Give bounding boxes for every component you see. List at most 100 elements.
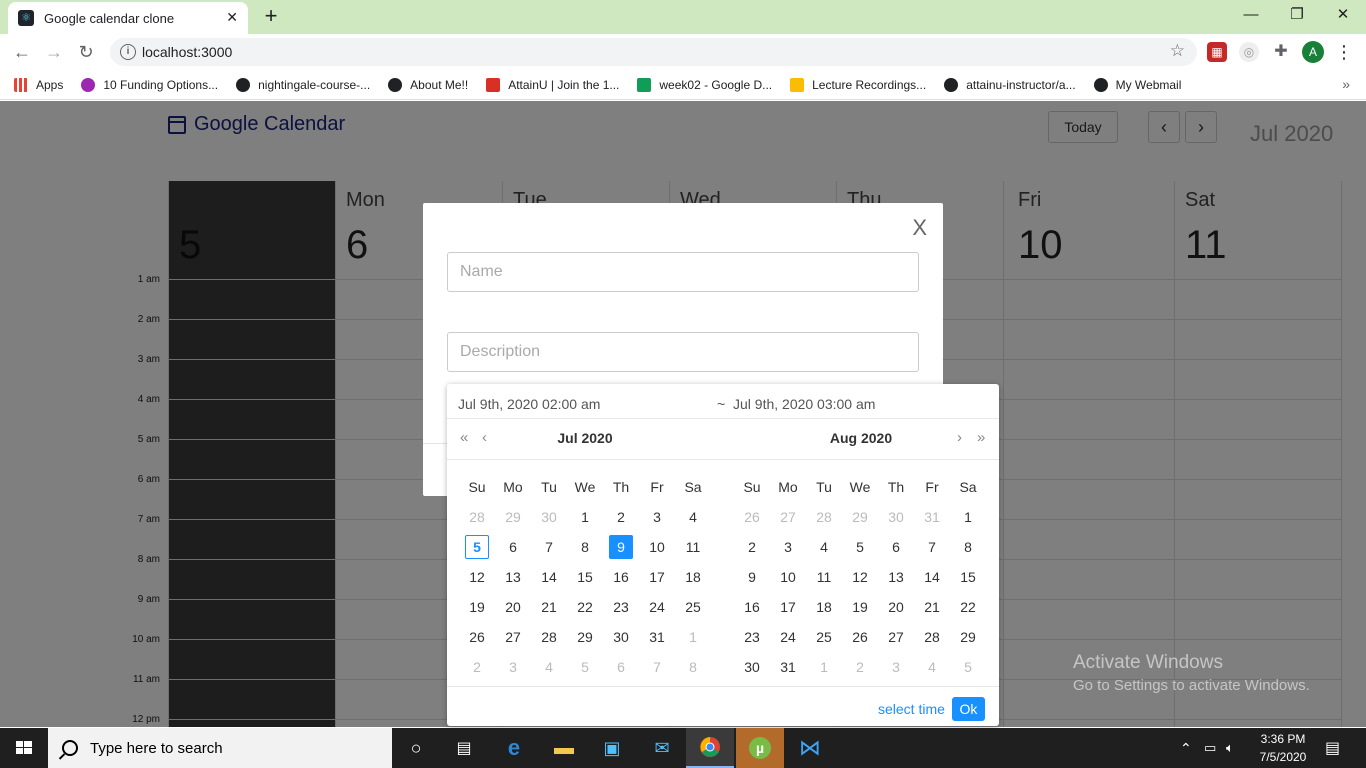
bookmark-item[interactable]: nightingale-course-... (236, 77, 370, 92)
calendar-day-cell[interactable]: 22 (950, 592, 986, 622)
notifications-icon[interactable]: ▤ (1325, 728, 1340, 768)
calendar-day-cell[interactable]: 15 (950, 562, 986, 592)
menu-kebab-icon[interactable]: ⋮ (1332, 40, 1356, 64)
task-view-icon[interactable]: ▤ (440, 728, 488, 768)
calendar-day-cell[interactable]: 31 (770, 652, 806, 682)
calendar-day-cell[interactable]: 6 (878, 532, 914, 562)
calendar-day-cell[interactable]: 1 (567, 502, 603, 532)
windows-start-icon[interactable] (0, 728, 48, 768)
restore-icon[interactable]: ❐ (1274, 0, 1320, 30)
calendar-day-cell[interactable]: 29 (950, 622, 986, 652)
calendar-day-cell[interactable]: 25 (806, 622, 842, 652)
calendar-day-cell[interactable]: 12 (842, 562, 878, 592)
calendar-day-cell[interactable]: 2 (459, 652, 495, 682)
calendar-day-cell[interactable]: 12 (459, 562, 495, 592)
calendar-day-cell[interactable]: 11 (675, 532, 711, 562)
url-text[interactable]: localhost:3000 (142, 44, 232, 60)
range-start-input[interactable]: Jul 9th, 2020 02:00 am (458, 396, 600, 412)
calendar-day-cell[interactable]: 28 (531, 622, 567, 652)
event-description-input[interactable]: Description (447, 332, 919, 372)
calendar-day-cell[interactable]: 21 (914, 592, 950, 622)
modal-close-icon[interactable]: X (912, 217, 927, 239)
calendar-day-cell[interactable]: 28 (914, 622, 950, 652)
calendar-day-cell[interactable]: 16 (734, 592, 770, 622)
left-calendar-title[interactable]: Jul 2020 (447, 430, 723, 446)
calendar-day-cell[interactable]: 18 (806, 592, 842, 622)
calendar-day-cell[interactable]: 20 (878, 592, 914, 622)
calendar-day-cell[interactable]: 30 (531, 502, 567, 532)
bookmarks-overflow-icon[interactable]: » (1342, 76, 1350, 92)
calendar-day-cell[interactable]: 7 (914, 532, 950, 562)
calendar-day-cell[interactable]: 24 (770, 622, 806, 652)
bookmark-item[interactable]: Lecture Recordings... (790, 77, 926, 92)
calendar-day-cell[interactable]: 27 (878, 622, 914, 652)
calendar-day-cell[interactable]: 5 (459, 532, 495, 562)
calendar-day-cell[interactable]: 29 (567, 622, 603, 652)
calendar-day-cell[interactable]: 17 (639, 562, 675, 592)
calendar-day-cell[interactable]: 23 (603, 592, 639, 622)
calendar-day-cell[interactable]: 4 (531, 652, 567, 682)
ok-button[interactable]: Ok (952, 697, 985, 721)
calendar-day-cell[interactable]: 3 (770, 532, 806, 562)
calendar-day-cell[interactable]: 14 (914, 562, 950, 592)
calendar-day-cell[interactable]: 9 (734, 562, 770, 592)
edge-icon[interactable]: e (490, 728, 538, 768)
calendar-day-cell[interactable]: 15 (567, 562, 603, 592)
calendar-day-cell[interactable]: 2 (842, 652, 878, 682)
calendar-day-cell[interactable]: 14 (531, 562, 567, 592)
calendar-day-cell[interactable]: 3 (639, 502, 675, 532)
calendar-day-cell[interactable]: 27 (495, 622, 531, 652)
calendar-day-cell[interactable]: 1 (675, 622, 711, 652)
calendar-day-cell[interactable]: 4 (806, 532, 842, 562)
back-icon[interactable]: ← (10, 40, 34, 64)
bookmark-item[interactable]: My Webmail (1093, 77, 1181, 92)
calendar-day-cell[interactable]: 16 (603, 562, 639, 592)
calendar-day-cell[interactable]: 20 (495, 592, 531, 622)
calendar-day-cell[interactable]: 26 (459, 622, 495, 652)
calendar-day-cell[interactable]: 6 (603, 652, 639, 682)
calendar-day-cell[interactable]: 17 (770, 592, 806, 622)
calendar-day-cell[interactable]: 10 (770, 562, 806, 592)
tray-chevron-icon[interactable]: ⌃ (1180, 728, 1192, 768)
calendar-day-cell[interactable]: 19 (842, 592, 878, 622)
bookmark-apps[interactable]: Apps (14, 77, 63, 92)
calendar-day-cell[interactable]: 26 (842, 622, 878, 652)
bookmark-item[interactable]: About Me!! (388, 77, 468, 92)
minimize-icon[interactable]: — (1228, 0, 1274, 30)
calendar-day-cell[interactable]: 31 (639, 622, 675, 652)
file-explorer-icon[interactable]: ▬ (540, 728, 588, 768)
tab-close-icon[interactable]: ✕ (226, 9, 238, 26)
taskbar-search-box[interactable]: Type here to search (48, 728, 392, 768)
range-end-input[interactable]: Jul 9th, 2020 03:00 am (733, 396, 875, 412)
calendar-day-cell[interactable]: 13 (878, 562, 914, 592)
browser-tab[interactable]: ⚛ Google calendar clone ✕ (8, 2, 248, 34)
calendar-day-cell[interactable]: 24 (639, 592, 675, 622)
volume-icon[interactable]: 🔈︎ (1226, 728, 1234, 768)
new-tab-button[interactable]: + (259, 5, 283, 29)
calendar-day-cell[interactable]: 1 (806, 652, 842, 682)
calendar-day-cell[interactable]: 25 (675, 592, 711, 622)
calendar-day-cell[interactable]: 29 (495, 502, 531, 532)
forward-icon[interactable]: → (42, 40, 66, 64)
bookmark-item[interactable]: week02 - Google D... (637, 77, 772, 92)
address-bar[interactable]: i localhost:3000 ☆ (110, 38, 1197, 66)
calendar-day-cell[interactable]: 6 (495, 532, 531, 562)
calendar-day-cell[interactable]: 27 (770, 502, 806, 532)
battery-icon[interactable]: ▭ (1204, 728, 1216, 768)
calendar-day-cell[interactable]: 8 (950, 532, 986, 562)
bookmark-item[interactable]: 10 Funding Options... (81, 77, 218, 92)
calendar-day-cell[interactable]: 1 (950, 502, 986, 532)
calendar-day-cell[interactable]: 26 (734, 502, 770, 532)
calendar-day-cell[interactable]: 10 (639, 532, 675, 562)
bookmark-star-icon[interactable]: ☆ (1170, 41, 1185, 61)
cortana-icon[interactable]: ○ (392, 728, 440, 768)
calendar-day-cell[interactable]: 3 (495, 652, 531, 682)
extension-icon[interactable]: ◎ (1239, 42, 1259, 62)
calendar-day-cell[interactable]: 8 (675, 652, 711, 682)
taskbar-clock[interactable]: 3:36 PM 7/5/2020 (1248, 730, 1318, 766)
calendar-day-cell[interactable]: 30 (603, 622, 639, 652)
calendar-day-cell[interactable]: 5 (950, 652, 986, 682)
chrome-icon[interactable] (686, 728, 734, 768)
calendar-day-cell[interactable]: 11 (806, 562, 842, 592)
extension-icon[interactable]: ▦ (1207, 42, 1227, 62)
